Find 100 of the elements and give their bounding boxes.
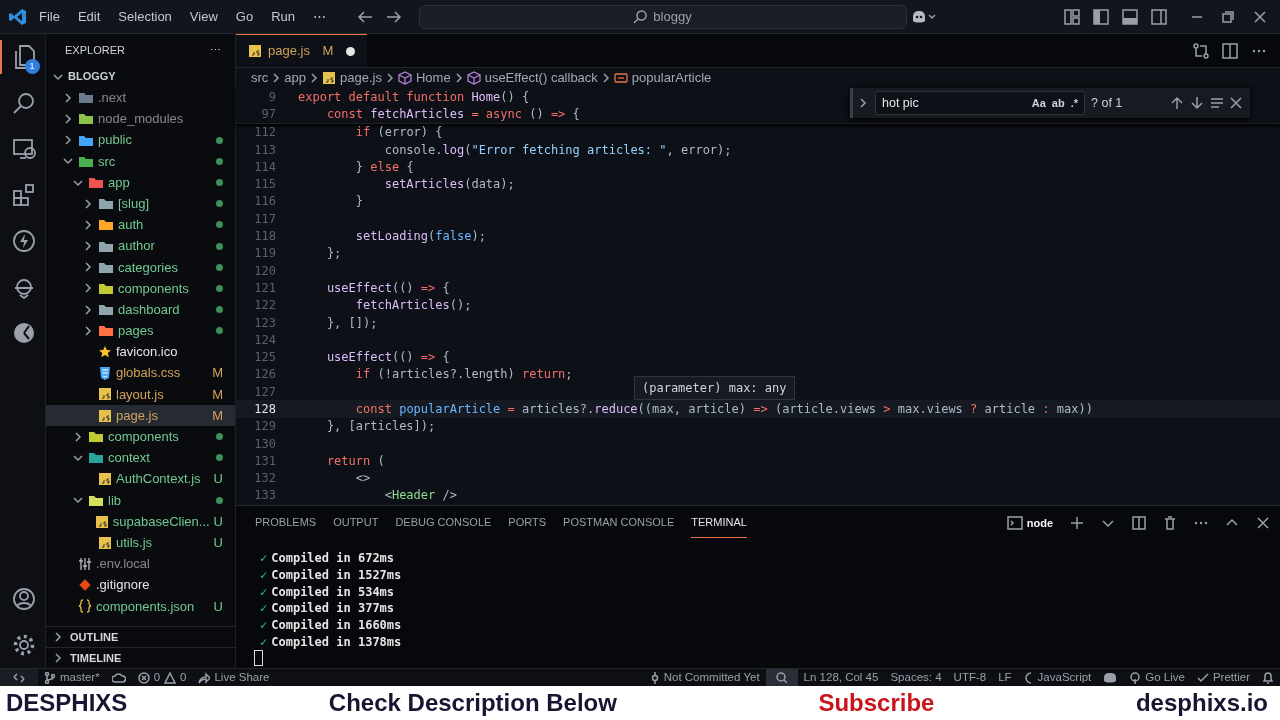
split-editor-icon[interactable] xyxy=(1222,42,1238,59)
close-icon[interactable] xyxy=(1253,10,1266,23)
lines-icon[interactable] xyxy=(1210,96,1224,110)
file-row[interactable]: globals.css M xyxy=(46,362,235,384)
go-live-button[interactable]: Go Live xyxy=(1123,668,1191,687)
chevron-right-icon[interactable] xyxy=(52,631,64,643)
editor-tab[interactable]: page.js M xyxy=(236,34,367,67)
file-row[interactable]: layout.js M xyxy=(46,383,235,405)
chevron-right-icon[interactable] xyxy=(62,91,74,104)
find-input[interactable]: hot pic Aa ab .* xyxy=(875,91,1085,115)
folder-row[interactable]: app xyxy=(46,171,235,194)
breadcrumb-item[interactable]: src xyxy=(251,68,269,88)
folder-row[interactable]: pages xyxy=(46,320,235,342)
file-row[interactable]: utils.js U xyxy=(46,532,235,554)
file-row[interactable]: .env.local xyxy=(46,553,235,575)
panel-tab[interactable]: DEBUG CONSOLE xyxy=(395,508,492,538)
shell-name[interactable]: node xyxy=(1026,514,1053,532)
menu-item[interactable]: View xyxy=(182,4,225,29)
prettier-status[interactable]: Prettier xyxy=(1190,668,1256,687)
panel-toggle-icon[interactable] xyxy=(1122,8,1138,25)
file-row[interactable]: favicon.ico xyxy=(46,341,235,363)
folder-row[interactable]: auth xyxy=(46,214,235,236)
breadcrumb-item[interactable]: Home xyxy=(415,68,451,88)
find-option-toggle[interactable]: Aa xyxy=(1031,94,1046,112)
sidebar-toggle-icon[interactable] xyxy=(1093,8,1109,25)
back-arrow-icon[interactable] xyxy=(356,9,373,24)
problems-status[interactable]: 0 0 xyxy=(131,668,193,687)
section-header[interactable]: OUTLINE xyxy=(46,626,235,647)
close-icon[interactable] xyxy=(1230,97,1242,109)
indentation-status[interactable]: Spaces: 4 xyxy=(884,668,948,687)
menu-item[interactable]: File xyxy=(32,4,67,29)
lightning-icon[interactable] xyxy=(11,229,36,253)
panel-tab[interactable]: TERMINAL xyxy=(691,508,747,538)
search-icon[interactable] xyxy=(11,91,36,115)
menu-item[interactable]: Edit xyxy=(70,4,108,29)
remote-indicator[interactable] xyxy=(0,669,38,686)
chevron-right-icon[interactable] xyxy=(82,303,94,316)
monitor-icon[interactable] xyxy=(11,137,36,161)
split-layout-icon[interactable] xyxy=(1151,8,1167,25)
folder-row[interactable]: src xyxy=(46,150,235,172)
folder-row[interactable]: .next xyxy=(46,87,235,109)
find-option-toggle[interactable]: .* xyxy=(1070,94,1078,112)
folder-row[interactable]: components xyxy=(46,426,235,448)
more-actions-button[interactable]: ⋯ xyxy=(210,41,221,59)
chevron-right-icon[interactable] xyxy=(857,97,869,109)
folder-row[interactable]: categories xyxy=(46,256,235,278)
breadcrumb-item[interactable]: useEffect() callback xyxy=(484,68,598,88)
command-center[interactable]: bloggy xyxy=(418,4,907,29)
trash-icon[interactable] xyxy=(1163,516,1177,530)
split-editor-icon[interactable] xyxy=(1132,516,1146,530)
arrow-down-icon[interactable] xyxy=(1190,96,1204,110)
find-option-toggle[interactable]: ab xyxy=(1051,94,1065,112)
panel-tab[interactable]: OUTPUT xyxy=(333,508,379,538)
folder-row[interactable]: [slug] xyxy=(46,193,235,215)
chevron-right-icon[interactable] xyxy=(82,218,94,231)
panel-tab[interactable]: PORTS xyxy=(508,508,547,538)
folder-row[interactable]: lib xyxy=(46,489,235,511)
account-icon[interactable] xyxy=(11,586,36,611)
file-row[interactable]: .gitignore xyxy=(46,574,235,596)
chevron-right-icon[interactable] xyxy=(62,134,74,147)
breadcrumb-item[interactable]: app xyxy=(284,68,307,88)
chevron-right-icon[interactable] xyxy=(82,282,94,295)
forward-arrow-icon[interactable] xyxy=(385,9,402,24)
chevron-right-icon[interactable] xyxy=(82,197,94,210)
file-row[interactable]: components.json U xyxy=(46,595,235,617)
folder-row[interactable]: public xyxy=(46,129,235,151)
panel-tab[interactable]: PROBLEMS xyxy=(255,508,317,538)
file-row[interactable]: supabaseClien... U xyxy=(46,510,235,533)
breadcrumb-item[interactable]: popularArticle xyxy=(631,68,712,88)
chevron-right-icon[interactable] xyxy=(82,261,94,274)
breadcrumb-item[interactable]: page.js xyxy=(340,68,382,88)
zoom-status[interactable] xyxy=(765,669,798,686)
close-icon[interactable] xyxy=(1256,516,1270,530)
file-row[interactable]: page.js M xyxy=(46,405,235,427)
panel-tab[interactable]: POSTMAN CONSOLE xyxy=(563,508,675,538)
git-blame-status[interactable]: Not Committed Yet xyxy=(643,668,766,687)
line-ending-status[interactable]: LF xyxy=(992,668,1018,687)
encoding-status[interactable]: UTF-8 xyxy=(947,668,993,687)
cursor-position[interactable]: Ln 128, Col 45 xyxy=(797,668,885,687)
menu-item[interactable]: Go xyxy=(228,4,261,29)
language-mode[interactable]: JavaScript xyxy=(1017,668,1098,687)
folder-row[interactable]: context xyxy=(46,447,235,469)
menu-item[interactable]: Run xyxy=(264,4,302,29)
chevron-right-icon[interactable] xyxy=(82,240,94,253)
live-share-status[interactable]: Live Share xyxy=(192,668,276,687)
plus-icon[interactable] xyxy=(1070,516,1084,530)
compare-changes-icon[interactable] xyxy=(1193,42,1209,59)
folder-row[interactable]: dashboard xyxy=(46,299,235,321)
branch-status[interactable]: master* xyxy=(38,668,106,687)
chevron-right-icon[interactable] xyxy=(82,324,94,337)
chevron-right-icon[interactable] xyxy=(72,430,84,443)
folder-row[interactable]: components xyxy=(46,277,235,300)
menu-item[interactable]: ⋯ xyxy=(306,4,333,29)
settings-icon[interactable] xyxy=(11,632,36,657)
folder-row[interactable]: node_modules xyxy=(46,108,235,130)
extensions-icon[interactable] xyxy=(11,183,36,207)
file-row[interactable]: AuthContext.js U xyxy=(46,468,235,490)
folder-row[interactable]: author xyxy=(46,235,235,257)
chevron-right-icon[interactable] xyxy=(62,112,74,125)
project-root-row[interactable]: BLOGGY xyxy=(46,66,235,88)
